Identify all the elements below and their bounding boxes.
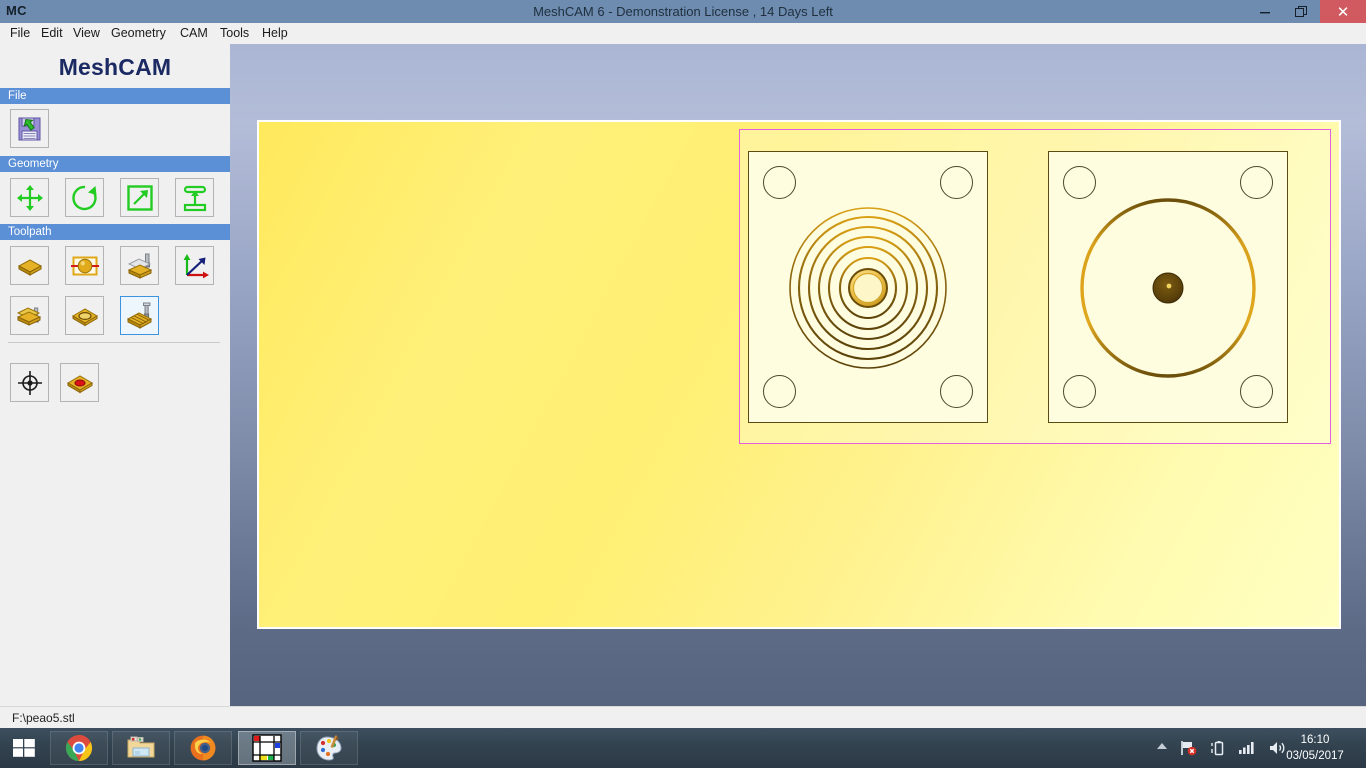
stock-setup-button[interactable] — [10, 246, 49, 285]
material-setup-button[interactable] — [65, 246, 104, 285]
restore-button[interactable] — [1283, 0, 1320, 23]
taskbar-clock[interactable]: 16:10 03/05/2017 — [1272, 732, 1358, 764]
model-group — [739, 129, 1331, 444]
menu-item-cam[interactable]: CAM — [178, 26, 210, 40]
title-bar: MC MeshCAM 6 - Demonstration License , 1… — [0, 0, 1366, 23]
restore-icon — [1295, 6, 1307, 17]
taskbar-paint[interactable] — [300, 731, 358, 765]
taskbar: 16:10 03/05/2017 — [0, 728, 1366, 768]
rotate-arrow-icon — [71, 185, 97, 210]
panel-divider — [8, 342, 220, 343]
sphere-in-box-icon — [70, 256, 99, 275]
folder-icon — [127, 736, 155, 758]
flat-disc-graphic — [1080, 198, 1256, 378]
menu-item-edit[interactable]: Edit — [39, 26, 65, 40]
tool-over-stock-icon — [127, 253, 152, 279]
network-error-icon — [1181, 741, 1197, 756]
clock-time: 16:10 — [1300, 734, 1330, 746]
section-header-geometry: Geometry — [0, 156, 230, 172]
floppy-open-icon — [18, 117, 40, 140]
status-bar: F:\peao5.stl — [0, 706, 1366, 729]
pocket-oval-icon — [71, 307, 98, 326]
flip-part-icon — [183, 185, 206, 211]
toolpath-button-row-1 — [0, 243, 230, 289]
menu-item-view[interactable]: View — [71, 26, 102, 40]
start-button[interactable] — [0, 728, 48, 768]
xyz-axes-icon — [183, 253, 209, 278]
concentric-ring-part[interactable] — [748, 151, 988, 423]
taskbar-meshcam[interactable] — [238, 731, 296, 765]
scale-arrow-icon — [126, 184, 153, 211]
geometry-button-row — [0, 175, 230, 221]
paint-palette-icon — [316, 735, 342, 761]
meshcam-window: MC MeshCAM 6 - Demonstration License , 1… — [0, 0, 1366, 768]
chrome-icon — [65, 734, 93, 762]
roughing-toolpath-button[interactable] — [10, 296, 49, 335]
section-header-file: File — [0, 88, 230, 104]
menu-item-geometry[interactable]: Geometry — [109, 26, 168, 40]
extra-button-row — [0, 360, 230, 406]
set-origin-button[interactable] — [10, 363, 49, 402]
gcode-diamond-icon — [66, 374, 93, 393]
taskbar-file-explorer[interactable] — [112, 731, 170, 765]
window-controls: ✕ — [1246, 0, 1366, 23]
program-zero-axes-button[interactable] — [175, 246, 214, 285]
simulate-toolpath-button[interactable] — [120, 296, 159, 335]
flat-disc-part[interactable] — [1048, 151, 1288, 423]
toolpath-button-row-2 — [0, 293, 230, 339]
3d-viewport[interactable] — [230, 44, 1366, 706]
brand-title: MeshCAM — [58, 54, 172, 80]
left-tool-panel: MeshCAM File Geometry Toolpath — [0, 44, 231, 706]
open-file-button[interactable] — [10, 109, 49, 148]
menu-item-tools[interactable]: Tools — [218, 26, 251, 40]
meshcam-mondrian-icon — [252, 734, 282, 762]
battery-icon — [1211, 741, 1224, 756]
status-file-path: F:\peao5.stl — [12, 711, 75, 725]
taskbar-chrome[interactable] — [50, 731, 108, 765]
rotate-geometry-button[interactable] — [65, 178, 104, 217]
toolpath-surface-button[interactable] — [120, 246, 159, 285]
battery-icon-button[interactable] — [1210, 740, 1226, 756]
signal-bars-icon — [1239, 742, 1254, 754]
minimize-icon — [1259, 11, 1270, 13]
taskbar-firefox[interactable] — [174, 731, 232, 765]
menu-item-help[interactable]: Help — [260, 26, 290, 40]
network-status-icon-button[interactable] — [1180, 740, 1198, 756]
scale-geometry-button[interactable] — [120, 178, 159, 217]
signal-icon-button[interactable] — [1238, 740, 1258, 754]
file-button-row — [0, 106, 230, 150]
minimize-button[interactable] — [1246, 0, 1283, 23]
stock-block-icon — [17, 258, 42, 276]
close-button[interactable]: ✕ — [1320, 0, 1366, 23]
pocket-toolpath-button[interactable] — [65, 296, 104, 335]
flip-geometry-button[interactable] — [175, 178, 214, 217]
chevron-up-icon — [1157, 743, 1167, 749]
section-header-toolpath: Toolpath — [0, 224, 230, 240]
roughing-tool-icon — [16, 306, 41, 326]
show-hidden-icons-button[interactable] — [1156, 740, 1168, 752]
menu-item-file[interactable]: File — [8, 26, 32, 40]
window-title: MeshCAM 6 - Demonstration License , 14 D… — [533, 4, 833, 19]
windows-logo-icon — [13, 739, 35, 757]
crosshair-icon — [17, 370, 42, 395]
simulate-stock-icon — [126, 302, 152, 329]
move-arrows-icon — [16, 184, 43, 211]
clock-date: 03/05/2017 — [1286, 750, 1344, 762]
menu-bar: File Edit View Geometry CAM Tools Help — [0, 23, 1366, 44]
move-geometry-button[interactable] — [10, 178, 49, 217]
concentric-rings-graphic — [789, 207, 947, 369]
post-process-button[interactable] — [60, 363, 99, 402]
firefox-icon — [190, 735, 216, 761]
